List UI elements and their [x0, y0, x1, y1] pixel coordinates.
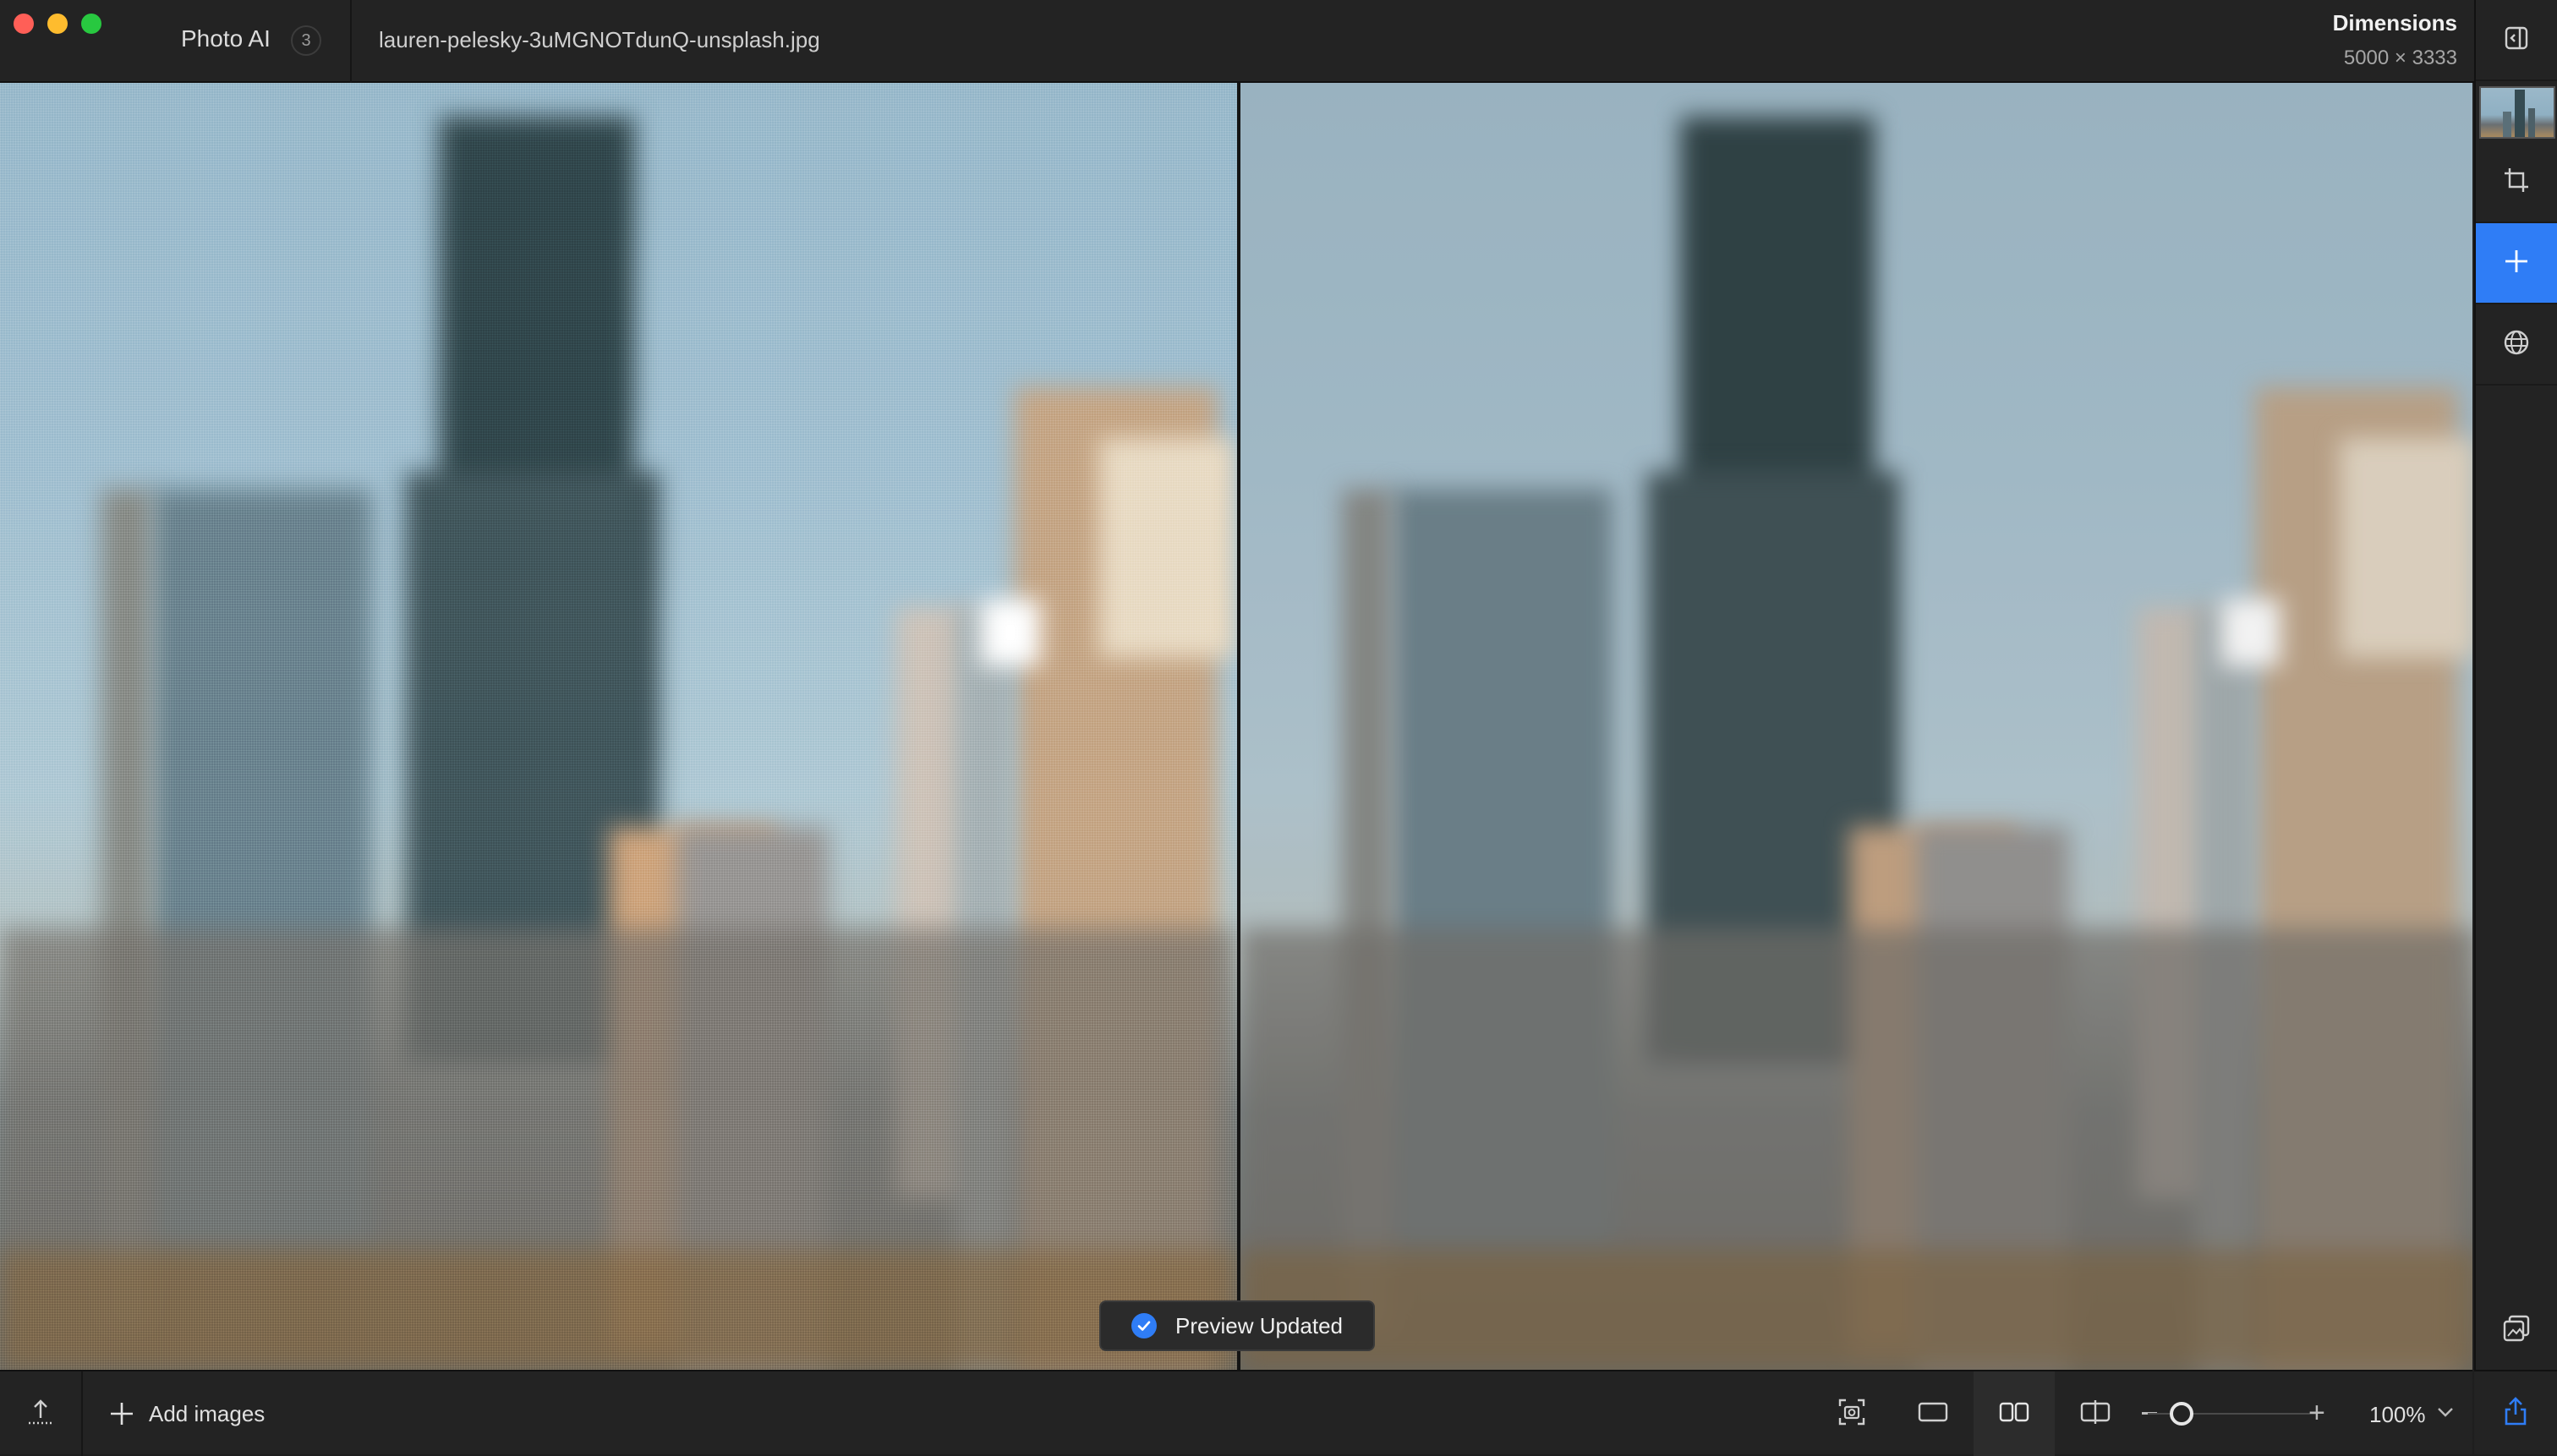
add-images-label: Add images [149, 1400, 266, 1426]
share-icon [2501, 1396, 2530, 1431]
right-sidebar [2474, 0, 2557, 1454]
zoom-in-button[interactable]: + [2308, 1397, 2325, 1430]
single-view-button[interactable] [1892, 1371, 1974, 1456]
globe-icon [2502, 328, 2531, 361]
check-circle-icon [1131, 1313, 1157, 1338]
dimensions-info: Dimensions 5000 × 3333 [2333, 10, 2457, 70]
minimize-window-button[interactable] [47, 14, 68, 34]
upload-icon [26, 1398, 55, 1431]
image-thumbnail[interactable] [2479, 86, 2555, 139]
split-view-icon [2080, 1399, 2111, 1429]
title-divider [350, 0, 352, 83]
original-image [0, 83, 1237, 1370]
file-name: lauren-pelesky-3uMGNOTdunQ-unsplash.jpg [379, 27, 820, 52]
side-by-side-icon [1999, 1401, 2029, 1427]
zoom-slider-handle[interactable] [2170, 1402, 2193, 1426]
image-count-badge: 3 [291, 25, 321, 56]
enhanced-image [1240, 83, 2472, 1370]
sidebar-toggle-icon [2504, 25, 2529, 55]
plus-icon [108, 1400, 135, 1427]
screenshot-button[interactable] [1811, 1371, 1892, 1456]
crop-tool-button[interactable] [2476, 142, 2557, 223]
app-name: Photo AI [181, 25, 271, 52]
dimensions-value: 5000 × 3333 [2343, 47, 2457, 69]
plus-icon [2502, 247, 2531, 280]
side-by-side-view-button[interactable] [1974, 1371, 2055, 1456]
export-button[interactable] [2474, 1370, 2557, 1454]
bottom-toolbar: Add images + 100% [0, 1370, 2472, 1456]
dimensions-label: Dimensions [2332, 10, 2457, 36]
compare-layers-icon [2502, 1314, 2531, 1347]
title-bar: Photo AI 3 lauren-pelesky-3uMGNOTdunQ-un… [0, 0, 2557, 83]
original-preview[interactable] [0, 83, 1237, 1370]
image-canvas[interactable]: Preview Updated [0, 83, 2472, 1370]
close-window-button[interactable] [14, 14, 34, 34]
add-images-button[interactable]: Add images [108, 1397, 265, 1431]
single-view-icon [1918, 1401, 1948, 1427]
chevron-down-icon[interactable] [2435, 1402, 2456, 1426]
global-adjustments-button[interactable] [2476, 304, 2557, 386]
add-enhancement-button[interactable] [2476, 223, 2557, 304]
split-view-button[interactable] [2055, 1371, 2136, 1456]
crop-icon [2502, 166, 2531, 199]
preview-updated-toast: Preview Updated [1099, 1300, 1375, 1351]
sidebar-toggle-button[interactable] [2476, 0, 2557, 81]
enhanced-preview[interactable] [1240, 83, 2472, 1370]
toast-message: Preview Updated [1175, 1312, 1343, 1338]
screenshot-icon [1837, 1398, 1866, 1431]
maximize-window-button[interactable] [81, 14, 101, 34]
zoom-level[interactable]: 100% [2369, 1402, 2426, 1428]
compare-layers-button[interactable] [2476, 1292, 2557, 1368]
upload-button[interactable] [0, 1371, 83, 1456]
